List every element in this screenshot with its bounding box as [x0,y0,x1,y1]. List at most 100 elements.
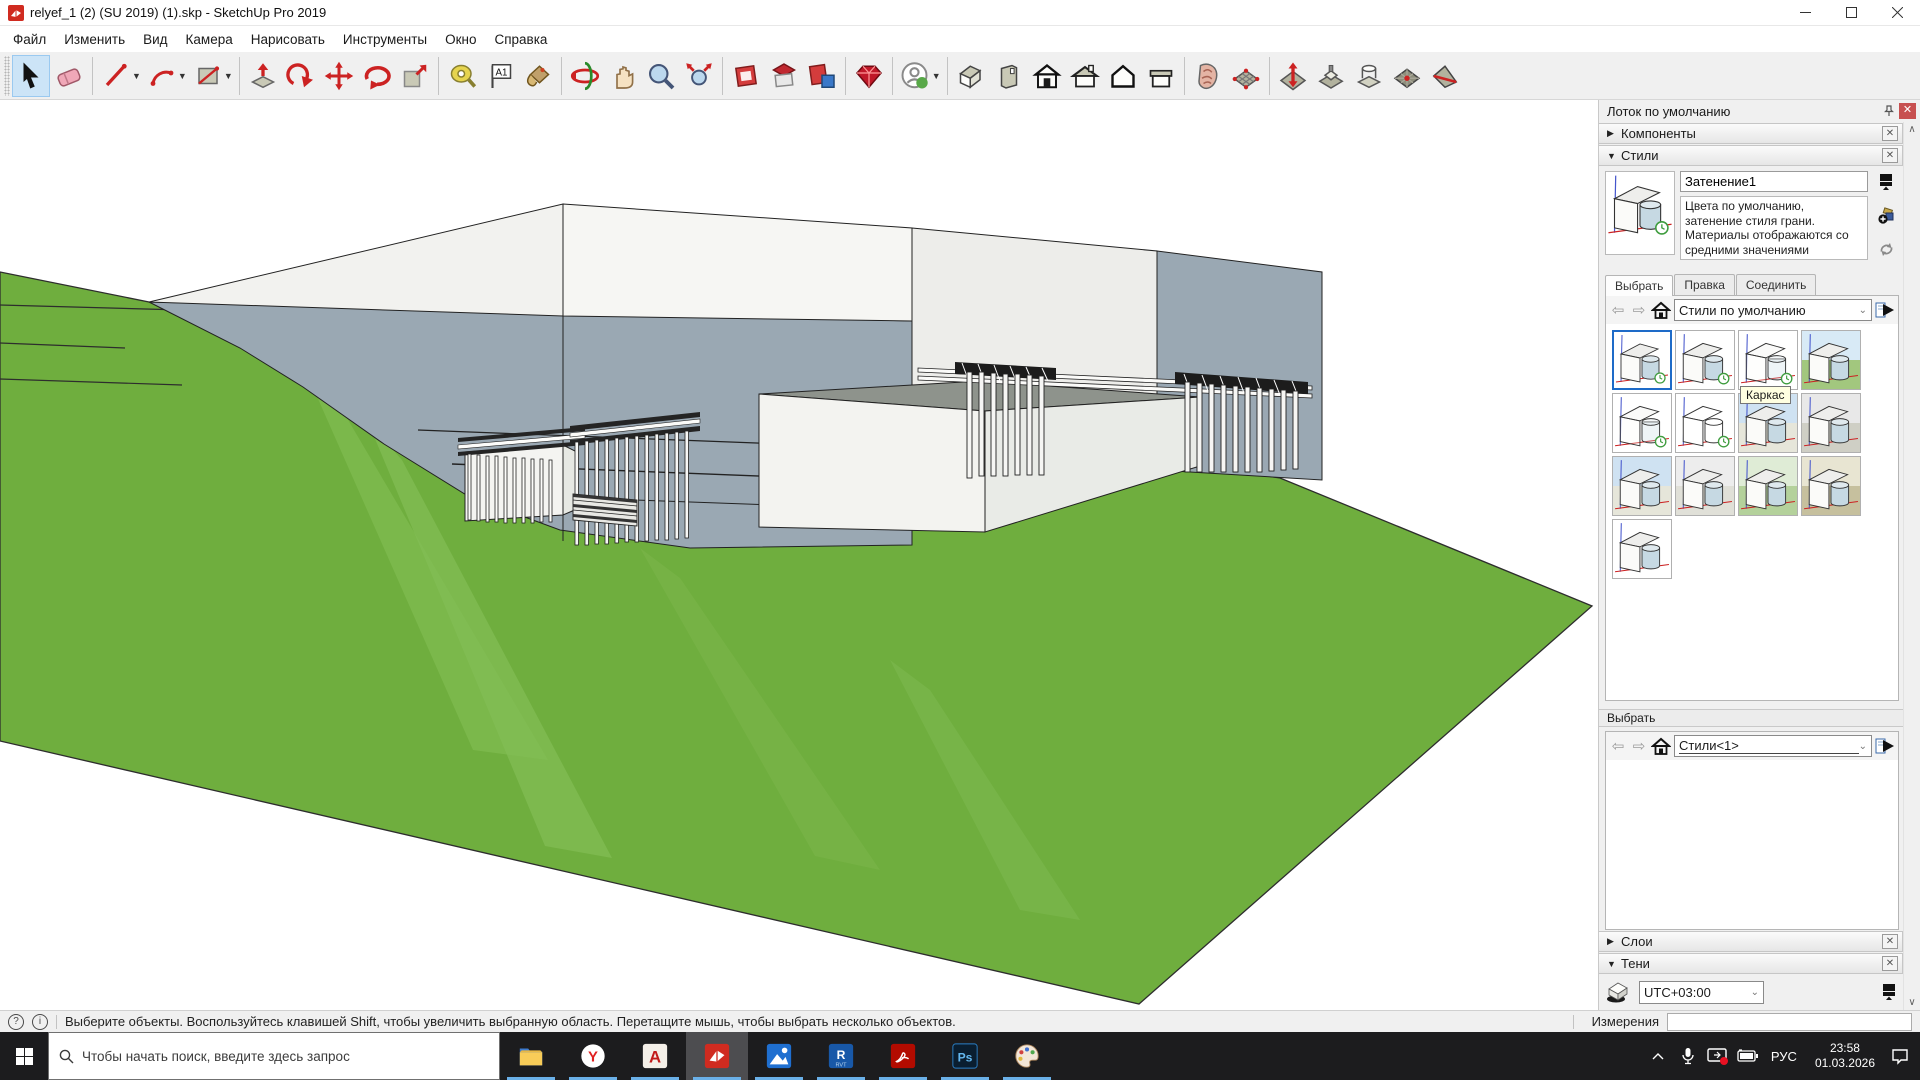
menu-item-7[interactable]: Окно [436,28,485,51]
style-thumbnail-11[interactable] [1738,456,1798,516]
zoom-tool-button[interactable] [642,55,680,97]
toolbar-drag-handle[interactable] [4,56,10,96]
tray-scrollbar[interactable]: ∧ ∨ [1903,122,1920,1010]
taskbar-search[interactable]: Чтобы начать поиск, введите здесь запрос [48,1032,500,1080]
close-section-icon[interactable]: ✕ [1882,148,1898,163]
style-thumbnail-13[interactable] [1612,519,1672,579]
style-name-input[interactable] [1680,171,1868,192]
rotate-tool-button[interactable] [358,55,396,97]
orbit-tool-button[interactable] [566,55,604,97]
zoom-extents-tool-button[interactable] [680,55,718,97]
section-layers[interactable]: ▶ Слои ✕ [1599,931,1903,952]
terrain-contours-tool-button[interactable] [1189,55,1227,97]
tape-measure-tool-button[interactable] [443,55,481,97]
style-collection-dropdown[interactable]: Стили по умолчанию ⌄ [1674,299,1872,321]
minimize-button[interactable] [1782,0,1828,26]
menu-item-3[interactable]: Вид [134,28,176,51]
details-arrow-icon[interactable] [1875,737,1895,755]
section-components[interactable]: ▶ Компоненты ✕ [1599,123,1903,144]
pin-icon[interactable] [1883,105,1895,117]
text-tool-button[interactable]: A1 [481,55,519,97]
menu-item-6[interactable]: Инструменты [334,28,436,51]
taskbar-clock[interactable]: 23:58 01.03.2026 [1805,1041,1885,1071]
share-model-tool-button[interactable] [803,55,841,97]
account-tool-button[interactable] [897,55,935,97]
scroll-up-icon[interactable]: ∧ [1908,124,1915,135]
forward-arrow-icon[interactable]: ⇨ [1630,301,1648,319]
view-left-tool-button[interactable] [1142,55,1180,97]
styles-tab-1[interactable]: Выбрать [1605,275,1673,296]
pan-tool-button[interactable] [604,55,642,97]
microphone-icon[interactable] [1673,1032,1703,1080]
follow-me-tool-button[interactable] [282,55,320,97]
taskbar-app-photos[interactable] [748,1032,810,1080]
create-style-icon[interactable] [1877,207,1895,225]
style-thumbnail-1[interactable] [1612,330,1672,390]
taskbar-app-sketchup[interactable] [686,1032,748,1080]
style-thumbnail-2[interactable] [1675,330,1735,390]
style-description[interactable]: Цвета по умолчанию, затенение стиля гран… [1680,196,1868,260]
taskbar-app-revit[interactable]: RRVT [810,1032,872,1080]
maximize-button[interactable] [1828,0,1874,26]
back-arrow-icon[interactable]: ⇦ [1609,737,1627,755]
timezone-dropdown[interactable]: UTC+03:00 ⌄ [1639,981,1764,1004]
menu-item-5[interactable]: Нарисовать [242,28,334,51]
section-styles[interactable]: ▼ Стили ✕ [1599,145,1903,166]
menu-item-4[interactable]: Камера [177,28,242,51]
style-thumbnail-12[interactable] [1801,456,1861,516]
tray-chevron-icon[interactable] [1643,1032,1673,1080]
close-section-icon[interactable]: ✕ [1882,126,1898,141]
section-shadows[interactable]: ▼ Тени ✕ [1599,953,1903,974]
view-right-tool-button[interactable] [990,55,1028,97]
warehouse-tool-button[interactable] [765,55,803,97]
action-center-icon[interactable] [1885,1032,1915,1080]
view-front-tool-button[interactable] [1028,55,1066,97]
styles-tab-2[interactable]: Правка [1674,274,1735,295]
eraser-tool-button[interactable] [50,55,88,97]
forward-arrow-icon[interactable]: ⇨ [1630,737,1648,755]
menu-item-2[interactable]: Изменить [55,28,134,51]
shadow-details-toggle-icon[interactable] [1881,983,1897,1001]
viewport[interactable] [0,100,1598,1010]
drape-tool-button[interactable] [1350,55,1388,97]
arc-tool-button[interactable] [143,55,181,97]
terrain-scratch-tool-button[interactable] [1227,55,1265,97]
styles-tab-3[interactable]: Соединить [1736,274,1817,295]
extensions-tool-button[interactable] [850,55,888,97]
details-arrow-icon[interactable] [1875,301,1895,319]
view-iso-tool-button[interactable] [952,55,990,97]
taskbar-app-photoshop[interactable]: Ps [934,1032,996,1080]
menu-item-1[interactable]: Файл [4,28,55,51]
send-layout-tool-button[interactable] [727,55,765,97]
rectangle-tool-button[interactable] [189,55,227,97]
flip-edge-tool-button[interactable] [1426,55,1464,97]
secondary-pane-toggle-icon[interactable] [1878,173,1894,191]
stamp-tool-button[interactable] [1312,55,1350,97]
refresh-icon[interactable] [1878,241,1895,258]
home-icon[interactable] [1651,301,1671,319]
style-thumbnail-9[interactable] [1612,456,1672,516]
smoove-tool-button[interactable] [1274,55,1312,97]
taskbar-app-acrobat[interactable] [872,1032,934,1080]
measurements-input[interactable] [1667,1013,1912,1031]
view-top-tool-button[interactable] [1066,55,1104,97]
close-section-icon[interactable]: ✕ [1882,934,1898,949]
battery-icon[interactable] [1733,1032,1763,1080]
style-thumbnail-3[interactable] [1738,330,1798,390]
line-tool-button[interactable] [97,55,135,97]
offset-tool-button[interactable] [396,55,434,97]
scroll-down-icon[interactable]: ∨ [1908,997,1915,1008]
geolocation-icon[interactable]: ? [8,1014,24,1030]
taskbar-app-autocad[interactable]: A [624,1032,686,1080]
style-thumbnail-6[interactable] [1675,393,1735,453]
taskbar-app-file-explorer[interactable] [500,1032,562,1080]
view-back-tool-button[interactable] [1104,55,1142,97]
start-button[interactable] [0,1032,48,1080]
taskbar-app-yandex-browser[interactable]: Y [562,1032,624,1080]
language-indicator[interactable]: РУС [1763,1049,1805,1064]
viewport-3d-scene[interactable] [0,100,1598,1010]
tray-close-icon[interactable]: ✕ [1899,103,1916,119]
shadow-toggle-icon[interactable] [1605,980,1631,1004]
secondary-collection-dropdown[interactable]: Стили<1> ⌄ [1674,735,1872,757]
style-thumbnail-5[interactable] [1612,393,1672,453]
